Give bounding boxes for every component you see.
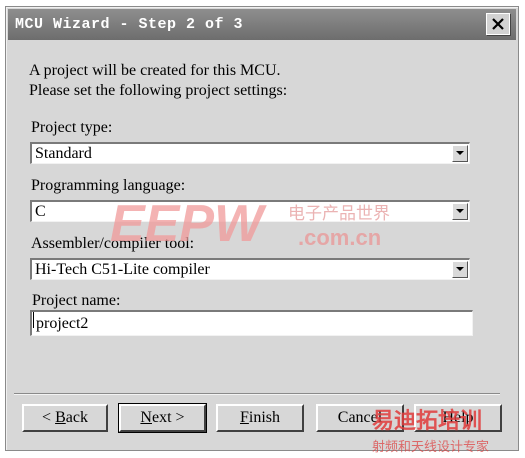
chevron-down-icon — [456, 209, 464, 213]
project-type-label: Project type: — [31, 119, 113, 136]
help-button[interactable]: Help — [414, 404, 502, 432]
project-name-label: Project name: — [32, 292, 121, 309]
intro-line-1: A project will be created for this MCU. — [29, 62, 281, 79]
intro-line-2: Please set the following project setting… — [29, 82, 288, 99]
back-button-label: ack — [65, 409, 88, 426]
assembler-compiler-dropdown-button[interactable] — [452, 261, 468, 278]
programming-language-select[interactable]: C — [30, 200, 470, 222]
project-name-input[interactable]: project2 — [30, 310, 473, 336]
chevron-down-icon — [456, 151, 464, 155]
finish-button[interactable]: Finish — [216, 404, 304, 432]
finish-button-accel: F — [239, 409, 249, 426]
assembler-compiler-label: Assembler/compiler tool: — [31, 235, 195, 252]
project-name-value: project2 — [36, 315, 89, 332]
cancel-button[interactable]: Cancel — [316, 404, 404, 432]
button-divider — [14, 393, 500, 395]
assembler-compiler-value: Hi-Tech C51-Lite compiler — [35, 261, 210, 278]
help-button-label: Help — [442, 409, 474, 426]
programming-language-label: Programming language: — [31, 177, 186, 194]
back-button-prefix: < — [42, 409, 56, 426]
chevron-down-icon — [456, 267, 464, 271]
project-type-select[interactable]: Standard — [30, 142, 470, 164]
next-button-accel: N — [140, 409, 152, 426]
programming-language-value: C — [35, 203, 46, 220]
next-button[interactable]: Next > — [118, 403, 207, 433]
project-type-dropdown-button[interactable] — [452, 145, 468, 162]
project-type-value: Standard — [35, 145, 92, 162]
text-cursor — [33, 312, 34, 328]
programming-language-dropdown-button[interactable] — [452, 203, 468, 220]
back-button-accel: B — [55, 409, 66, 426]
back-button[interactable]: < Back — [22, 404, 108, 432]
finish-button-label: inish — [248, 409, 281, 426]
assembler-compiler-select[interactable]: Hi-Tech C51-Lite compiler — [30, 258, 470, 280]
next-button-label: ext > — [151, 409, 185, 426]
cancel-button-label: Cancel — [337, 409, 383, 426]
